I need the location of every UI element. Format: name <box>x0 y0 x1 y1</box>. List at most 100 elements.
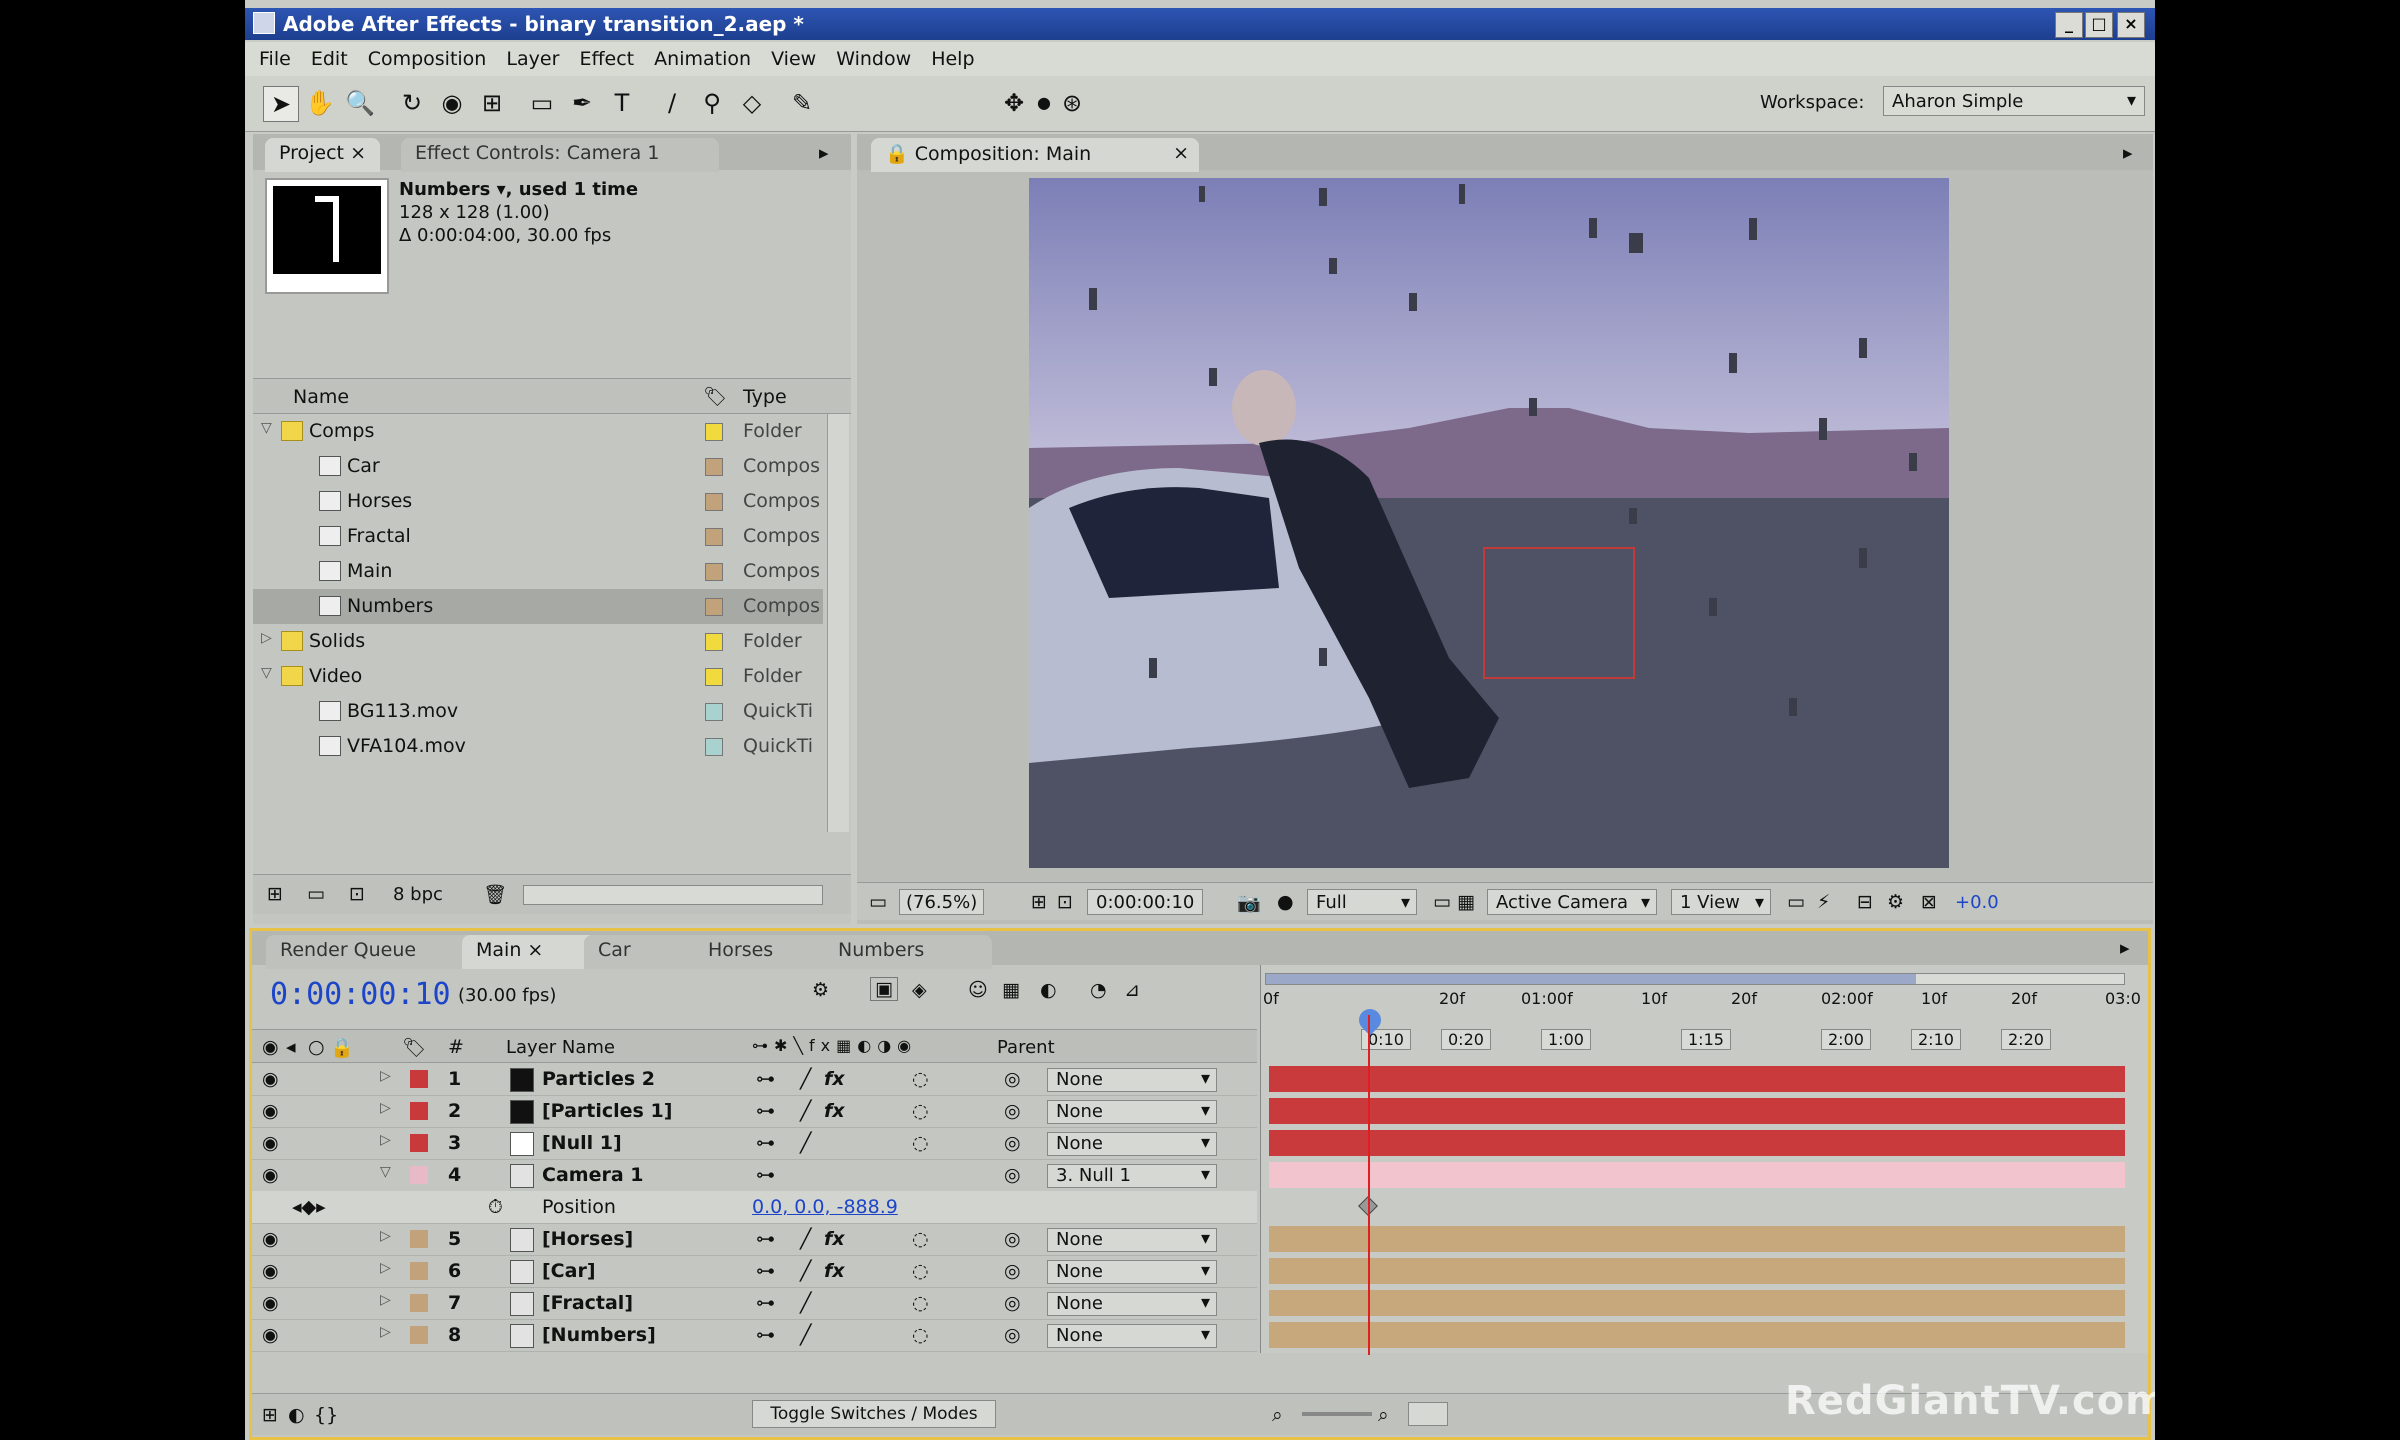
parent-dropdown[interactable]: None <box>1047 1324 1217 1348</box>
label-color-swatch[interactable] <box>410 1134 428 1152</box>
composition-viewer[interactable] <box>1029 178 1949 868</box>
reset-exposure-icon[interactable]: ⊠ <box>1921 891 1937 913</box>
expand-closed-icon[interactable]: ▷ <box>380 1132 391 1148</box>
layer-name[interactable]: [Null 1] <box>542 1132 622 1154</box>
eye-icon[interactable]: ◉ <box>262 1292 279 1314</box>
label-color-swatch[interactable] <box>705 563 723 581</box>
view-layout-dropdown[interactable]: 1 View ▾ <box>1671 889 1771 915</box>
parent-column[interactable]: Parent <box>997 1037 1055 1058</box>
rotate-tool-icon[interactable]: ↻ <box>395 86 429 120</box>
label-color-swatch[interactable] <box>410 1262 428 1280</box>
eye-icon[interactable]: ◉ <box>262 1164 279 1186</box>
column-name[interactable]: Name <box>293 386 349 408</box>
shy-switch-icon[interactable]: ⊶ <box>756 1324 775 1346</box>
quality-switch-icon[interactable]: ╱ <box>800 1292 811 1314</box>
project-item[interactable]: ▷ Solids Folder <box>253 624 823 659</box>
menu-view[interactable]: View <box>771 48 816 70</box>
label-color-swatch[interactable] <box>705 703 723 721</box>
color-channel-icon[interactable]: ● <box>1277 891 1294 913</box>
layer-duration-bar[interactable] <box>1269 1162 2125 1188</box>
eye-icon[interactable]: ◉ <box>262 1324 279 1346</box>
live-update-icon[interactable]: ▣ <box>870 977 898 1001</box>
layer-row[interactable]: ◉ ▷ 7 [Fractal] ⊶ ╱ ◌ ◎ None <box>252 1287 1257 1320</box>
label-color-swatch[interactable] <box>705 633 723 651</box>
shy-switch-icon[interactable]: ⊶ <box>756 1132 775 1154</box>
tab-car[interactable]: Car <box>584 935 712 969</box>
interpret-footage-icon[interactable]: ⊞ <box>267 883 283 905</box>
quality-switch-icon[interactable]: ╱ <box>800 1132 811 1154</box>
shy-switch-icon[interactable]: ⊶ <box>756 1100 775 1122</box>
tab-main[interactable]: Main × <box>462 935 602 969</box>
label-color-swatch[interactable] <box>410 1166 428 1184</box>
motion-blur-switch-icon[interactable]: ◌ <box>912 1068 929 1090</box>
menu-effect[interactable]: Effect <box>579 48 634 70</box>
project-item[interactable]: Numbers Compos <box>253 589 823 624</box>
layer-duration-bar[interactable] <box>1269 1130 2125 1156</box>
marker-label[interactable]: 1:00 <box>1541 1029 1591 1050</box>
project-item[interactable]: BG113.mov QuickTi <box>253 694 823 729</box>
brush-tool-icon[interactable]: / <box>655 86 689 120</box>
marker-label[interactable]: 2:10 <box>1911 1029 1961 1050</box>
brainstorm-icon[interactable]: ⊿ <box>1124 979 1140 1001</box>
layer-duration-bar[interactable] <box>1269 1322 2125 1348</box>
layer-name-column[interactable]: Layer Name <box>506 1037 615 1058</box>
hand-tool-icon[interactable]: ✋ <box>303 86 337 120</box>
draft-3d-icon[interactable]: ◈ <box>912 979 927 1001</box>
quality-switch-icon[interactable]: ╱ <box>800 1228 811 1250</box>
pick-whip-icon[interactable]: ◎ <box>1004 1100 1021 1122</box>
tab-effect-controls[interactable]: Effect Controls: Camera 1 <box>401 138 719 172</box>
parent-dropdown[interactable]: None <box>1047 1100 1217 1124</box>
project-item[interactable]: Horses Compos <box>253 484 823 519</box>
type-tool-icon[interactable]: T <box>605 86 639 120</box>
layer-duration-bar[interactable] <box>1269 1258 2125 1284</box>
property-value[interactable]: 0.0, 0.0, -888.9 <box>752 1196 898 1218</box>
menu-help[interactable]: Help <box>931 48 974 70</box>
parent-dropdown[interactable]: None <box>1047 1228 1217 1252</box>
project-scrollbar[interactable] <box>827 414 849 832</box>
grid-icon[interactable]: ⊞ <box>1031 891 1047 913</box>
resolution-dropdown[interactable]: Full ▾ <box>1307 889 1417 915</box>
expand-closed-icon[interactable]: ▷ <box>380 1292 391 1308</box>
layer-row[interactable]: ◉ ▷ 2 [Particles 1] ⊶ ╱ ◌ fx ◎ None <box>252 1095 1257 1128</box>
tab-horses[interactable]: Horses <box>694 935 842 969</box>
time-navigator[interactable] <box>1265 973 2125 985</box>
frame-blending-icon[interactable]: ▦ <box>1002 979 1020 1001</box>
toggle-pixel-aspect-icon[interactable]: ▭ <box>1787 891 1805 913</box>
layer-row[interactable]: ◉ ▷ 5 [Horses] ⊶ ╱ ◌ fx ◎ None <box>252 1223 1257 1256</box>
selection-tool-icon[interactable]: ➤ <box>263 86 299 122</box>
quality-switch-icon[interactable]: ╱ <box>800 1100 811 1122</box>
layer-name[interactable]: [Numbers] <box>542 1324 656 1346</box>
effects-switch-icon[interactable]: fx <box>824 1228 845 1250</box>
hide-shy-layers-icon[interactable]: ☺ <box>968 979 988 1001</box>
column-type[interactable]: Type <box>743 386 787 408</box>
graph-editor-icon[interactable]: ◔ <box>1090 979 1107 1001</box>
tab-render-queue[interactable]: Render Queue <box>266 935 480 969</box>
expand-closed-icon[interactable]: ▷ <box>380 1260 391 1276</box>
layer-name[interactable]: Camera 1 <box>542 1164 643 1186</box>
close-icon[interactable]: × <box>2117 12 2145 38</box>
shy-switch-icon[interactable]: ⊶ <box>756 1228 775 1250</box>
layer-row[interactable]: ◉ ▷ 1 Particles 2 ⊶ ╱ ◌ fx ◎ None <box>252 1063 1257 1096</box>
pen-tool-icon[interactable]: ✒ <box>565 86 599 120</box>
stopwatch-icon[interactable]: ⏱ <box>488 1196 503 1218</box>
keyframe-nav-icon[interactable]: ◂◆▸ <box>292 1196 326 1218</box>
always-preview-icon[interactable]: ▭ <box>869 891 887 913</box>
bit-depth-label[interactable]: 8 bpc <box>393 884 443 905</box>
new-folder-icon[interactable]: ▭ <box>307 883 325 905</box>
label-column-icon[interactable]: 🏷 <box>703 385 727 408</box>
pick-whip-icon[interactable]: ◎ <box>1004 1260 1021 1282</box>
label-color-swatch[interactable] <box>410 1326 428 1344</box>
close-icon[interactable]: × <box>527 939 543 961</box>
layer-duration-bar[interactable] <box>1269 1290 2125 1316</box>
quality-switch-icon[interactable]: ╱ <box>800 1324 811 1346</box>
marker-label[interactable]: 1:15 <box>1681 1029 1731 1050</box>
marker-label[interactable]: 2:20 <box>2001 1029 2051 1050</box>
menu-edit[interactable]: Edit <box>311 48 348 70</box>
zoom-tool-icon[interactable]: 🔍 <box>343 86 377 120</box>
pan-behind-icon[interactable]: ⊞ <box>475 86 509 120</box>
label-color-swatch[interactable] <box>410 1230 428 1248</box>
expand-closed-icon[interactable]: ▷ <box>380 1068 391 1084</box>
eye-icon[interactable]: ◉ <box>262 1100 279 1122</box>
parent-dropdown[interactable]: 3. Null 1 <box>1047 1164 1217 1188</box>
eye-icon[interactable]: ◉ <box>262 1228 279 1250</box>
